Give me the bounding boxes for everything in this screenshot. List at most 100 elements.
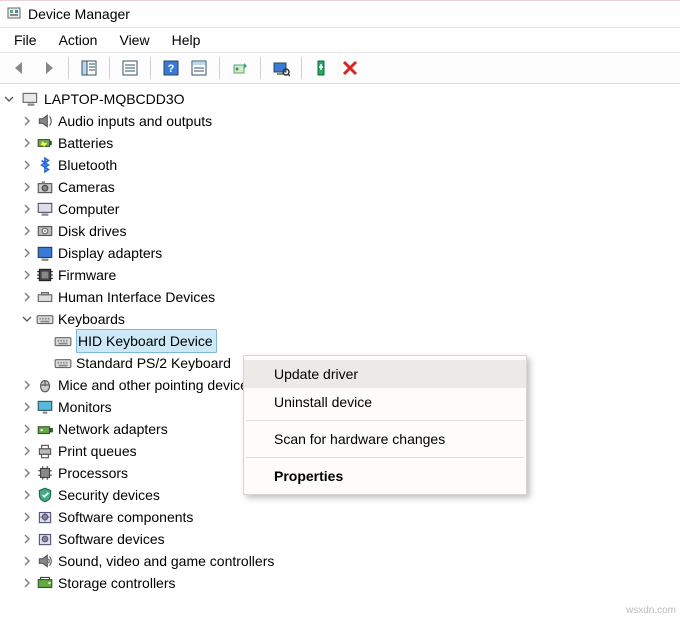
twisty-icon[interactable]	[20, 132, 34, 154]
category-icon	[36, 486, 54, 504]
menu-help[interactable]: Help	[162, 30, 211, 50]
keyboard-icon	[54, 332, 72, 350]
tree-category-row[interactable]: Firmware	[2, 264, 680, 286]
twisty-icon[interactable]	[20, 176, 34, 198]
tree-category-label: Disk drives	[58, 220, 126, 242]
tree-category-label: Security devices	[58, 484, 160, 506]
tree-category-label: Storage controllers	[58, 572, 176, 594]
tree-category-label: Software devices	[58, 528, 165, 550]
tree-category-label: Keyboards	[58, 308, 125, 330]
tree-category-label: Batteries	[58, 132, 113, 154]
category-icon	[36, 222, 54, 240]
tree-category-row[interactable]: Cameras	[2, 176, 680, 198]
tree-category-label: Firmware	[58, 264, 116, 286]
menu-action[interactable]: Action	[49, 30, 108, 50]
twisty-icon[interactable]	[20, 396, 34, 418]
tree-category-row[interactable]: Display adapters	[2, 242, 680, 264]
toolbar: ?	[0, 52, 680, 84]
twisty-icon[interactable]	[20, 220, 34, 242]
context-menu: Update driver Uninstall device Scan for …	[243, 355, 527, 495]
twisty-icon[interactable]	[20, 572, 34, 594]
twisty-icon[interactable]	[20, 418, 34, 440]
twisty-icon[interactable]	[20, 154, 34, 176]
tree-category-label: Network adapters	[58, 418, 168, 440]
category-icon	[36, 200, 54, 218]
tree-category-row[interactable]: Storage controllers	[2, 572, 680, 594]
twisty-icon[interactable]	[20, 308, 34, 330]
cm-scan-hardware[interactable]: Scan for hardware changes	[244, 425, 526, 453]
back-button[interactable]	[6, 55, 34, 81]
tree-category-label: Audio inputs and outputs	[58, 110, 212, 132]
tree-category-row[interactable]: Human Interface Devices	[2, 286, 680, 308]
tree-root-row[interactable]: LAPTOP-MQBCDD3O	[2, 88, 680, 110]
toolbar-separator	[219, 57, 220, 79]
device-manager-icon	[6, 6, 22, 22]
cm-properties[interactable]: Properties	[244, 462, 526, 490]
category-icon	[36, 574, 54, 592]
twisty-icon[interactable]	[20, 550, 34, 572]
twisty-icon[interactable]	[20, 198, 34, 220]
update-driver-button[interactable]	[226, 55, 254, 81]
tree-category-row[interactable]: Computer	[2, 198, 680, 220]
enable-device-button[interactable]	[308, 55, 336, 81]
show-hide-tree-button[interactable]	[75, 55, 103, 81]
category-icon	[36, 442, 54, 460]
category-icon	[36, 112, 54, 130]
action-list-button[interactable]	[185, 55, 213, 81]
tree-category-label: Software components	[58, 506, 193, 528]
device-tree: LAPTOP-MQBCDD3O Audio inputs and outputs…	[0, 84, 680, 598]
cm-separator	[246, 420, 524, 421]
category-icon	[36, 288, 54, 306]
scan-hardware-button[interactable]	[267, 55, 295, 81]
category-icon	[36, 310, 54, 328]
tree-category-row[interactable]: Disk drives	[2, 220, 680, 242]
tree-device-label: Standard PS/2 Keyboard	[76, 352, 231, 374]
twisty-icon[interactable]	[20, 484, 34, 506]
tree-category-label: Computer	[58, 198, 119, 220]
twisty-icon[interactable]	[20, 110, 34, 132]
category-icon	[36, 244, 54, 262]
tree-category-label: Mice and other pointing devices	[58, 374, 255, 396]
window-title: Device Manager	[28, 6, 130, 22]
menu-file[interactable]: File	[4, 30, 47, 50]
toolbar-separator	[301, 57, 302, 79]
cm-uninstall-device[interactable]: Uninstall device	[244, 388, 526, 416]
tree-category-row[interactable]: Keyboards	[2, 308, 680, 330]
category-icon	[36, 376, 54, 394]
tree-category-label: Print queues	[58, 440, 137, 462]
svg-text:?: ?	[168, 63, 175, 75]
category-icon	[36, 508, 54, 526]
keyboard-icon	[54, 354, 72, 372]
toolbar-separator	[260, 57, 261, 79]
properties-button[interactable]	[116, 55, 144, 81]
tree-category-row[interactable]: Batteries	[2, 132, 680, 154]
twisty-icon[interactable]	[20, 286, 34, 308]
category-icon	[36, 266, 54, 284]
tree-category-label: Human Interface Devices	[58, 286, 215, 308]
forward-button[interactable]	[34, 55, 62, 81]
cm-update-driver[interactable]: Update driver	[244, 360, 526, 388]
cm-separator	[246, 457, 524, 458]
tree-category-label: Bluetooth	[58, 154, 117, 176]
category-icon	[36, 552, 54, 570]
twisty-icon[interactable]	[2, 88, 16, 110]
titlebar: Device Manager	[0, 0, 680, 28]
tree-category-row[interactable]: Software components	[2, 506, 680, 528]
help-button[interactable]: ?	[157, 55, 185, 81]
twisty-icon[interactable]	[20, 528, 34, 550]
tree-category-label: Display adapters	[58, 242, 162, 264]
twisty-icon[interactable]	[20, 264, 34, 286]
tree-category-row[interactable]: Audio inputs and outputs	[2, 110, 680, 132]
tree-category-row[interactable]: Sound, video and game controllers	[2, 550, 680, 572]
twisty-icon[interactable]	[20, 242, 34, 264]
tree-category-row[interactable]: Software devices	[2, 528, 680, 550]
tree-category-row[interactable]: Bluetooth	[2, 154, 680, 176]
disable-device-button[interactable]	[336, 55, 364, 81]
twisty-icon[interactable]	[20, 506, 34, 528]
menu-view[interactable]: View	[109, 30, 159, 50]
tree-device-row[interactable]: HID Keyboard Device	[2, 330, 680, 352]
twisty-icon[interactable]	[20, 374, 34, 396]
twisty-icon[interactable]	[20, 440, 34, 462]
category-icon	[36, 156, 54, 174]
twisty-icon[interactable]	[20, 462, 34, 484]
